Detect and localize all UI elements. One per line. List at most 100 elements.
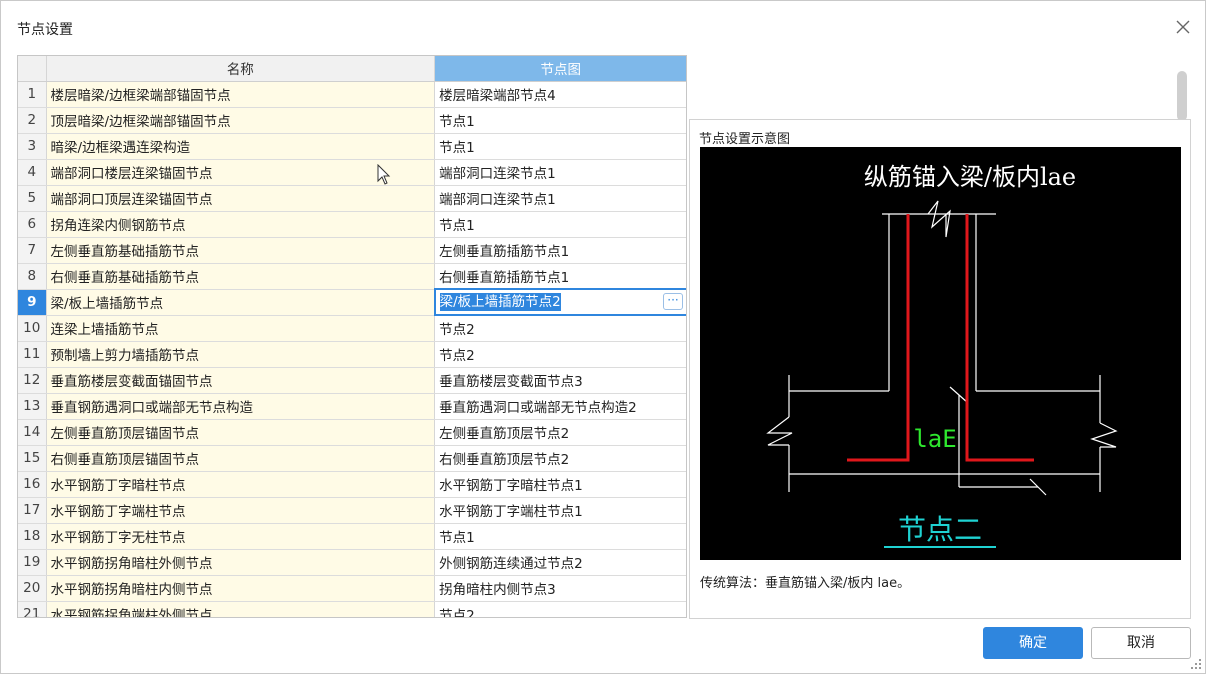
- node-cell[interactable]: 节点1: [434, 523, 686, 550]
- close-icon[interactable]: [1175, 19, 1191, 35]
- table-row[interactable]: 2 顶层暗梁/边框梁端部锚固节点 节点1: [18, 107, 686, 134]
- node-cell-edit-text[interactable]: 梁/板上墙插筋节点2: [439, 293, 561, 311]
- diagram-title: 纵筋锚入梁/板内lae: [864, 163, 1076, 191]
- resize-grip-icon[interactable]: [1191, 659, 1201, 669]
- row-number[interactable]: 9: [18, 289, 47, 316]
- name-cell[interactable]: 楼层暗梁/边框梁端部锚固节点: [46, 81, 436, 108]
- node-cell[interactable]: 节点1: [434, 211, 686, 238]
- row-number[interactable]: 6: [18, 211, 47, 238]
- node-cell[interactable]: 水平钢筋丁字端柱节点1: [434, 497, 686, 524]
- dialog-title: 节点设置: [17, 22, 73, 38]
- ok-button[interactable]: 确定: [983, 627, 1083, 659]
- row-number[interactable]: 10: [18, 315, 47, 342]
- table-row[interactable]: 12 垂直筋楼层变截面锚固节点 垂直筋楼层变截面节点3: [18, 367, 686, 394]
- table-row[interactable]: 6 拐角连梁内侧钢筋节点 节点1: [18, 211, 686, 238]
- node-cell[interactable]: 梁/板上墙插筋节点2 ···: [433, 288, 686, 316]
- table-row[interactable]: 20 水平钢筋拐角暗柱内侧节点 拐角暗柱内侧节点3: [18, 575, 686, 602]
- name-cell[interactable]: 垂直筋楼层变截面锚固节点: [46, 367, 436, 394]
- name-cell[interactable]: 端部洞口顶层连梁锚固节点: [46, 185, 436, 212]
- name-cell[interactable]: 拐角连梁内侧钢筋节点: [46, 211, 436, 238]
- row-number[interactable]: 21: [18, 601, 47, 617]
- table-row[interactable]: 18 水平钢筋丁字无柱节点 节点1: [18, 523, 686, 550]
- node-cell[interactable]: 垂直筋遇洞口或端部无节点构造2: [434, 393, 686, 420]
- node-cell[interactable]: 水平钢筋丁字暗柱节点1: [434, 471, 686, 498]
- name-cell[interactable]: 右侧垂直筋基础插筋节点: [46, 263, 436, 290]
- node-cell[interactable]: 节点2: [434, 601, 686, 617]
- node-diagram: 纵筋锚入梁/板内lae laE 节点二: [700, 147, 1181, 560]
- dim-label: laE: [913, 425, 956, 453]
- node-cell[interactable]: 节点1: [434, 107, 686, 134]
- title-bar: 节点设置: [1, 1, 1205, 47]
- row-number[interactable]: 12: [18, 367, 47, 394]
- row-number[interactable]: 11: [18, 341, 47, 368]
- node-settings-table[interactable]: 名称 节点图 1 楼层暗梁/边框梁端部锚固节点 楼层暗梁端部节点4 2 顶层暗梁/边框梁…: [17, 55, 687, 618]
- cancel-button[interactable]: 取消: [1091, 627, 1191, 659]
- name-cell[interactable]: 预制墙上剪力墙插筋节点: [46, 341, 436, 368]
- name-cell[interactable]: 垂直钢筋遇洞口或端部无节点构造: [46, 393, 436, 420]
- table-row[interactable]: 5 端部洞口顶层连梁锚固节点 端部洞口连梁节点1: [18, 185, 686, 212]
- name-cell[interactable]: 连梁上墙插筋节点: [46, 315, 436, 342]
- name-cell[interactable]: 水平钢筋丁字端柱节点: [46, 497, 436, 524]
- row-number[interactable]: 5: [18, 185, 47, 212]
- table-row[interactable]: 3 暗梁/边框梁遇连梁构造 节点1: [18, 133, 686, 160]
- node-cell[interactable]: 外侧钢筋连续通过节点2: [434, 549, 686, 576]
- node-cell[interactable]: 垂直筋楼层变截面节点3: [434, 367, 686, 394]
- name-cell[interactable]: 水平钢筋拐角暗柱外侧节点: [46, 549, 436, 576]
- row-number[interactable]: 16: [18, 471, 47, 498]
- table-row[interactable]: 7 左侧垂直筋基础插筋节点 左侧垂直筋插筋节点1: [18, 237, 686, 264]
- table-row[interactable]: 16 水平钢筋丁字暗柱节点 水平钢筋丁字暗柱节点1: [18, 471, 686, 498]
- name-cell[interactable]: 左侧垂直筋顶层锚固节点: [46, 419, 436, 446]
- name-cell[interactable]: 水平钢筋拐角端柱外侧节点: [46, 601, 436, 617]
- table-row[interactable]: 10 连梁上墙插筋节点 节点2: [18, 315, 686, 342]
- name-cell[interactable]: 暗梁/边框梁遇连梁构造: [46, 133, 436, 160]
- column-header-node[interactable]: 节点图: [434, 56, 686, 82]
- node-cell[interactable]: 左侧垂直筋顶层节点2: [434, 419, 686, 446]
- scrollbar-thumb[interactable]: [1177, 71, 1187, 121]
- row-number[interactable]: 1: [18, 81, 47, 108]
- name-cell[interactable]: 水平钢筋拐角暗柱内侧节点: [46, 575, 436, 602]
- table-row[interactable]: 13 垂直钢筋遇洞口或端部无节点构造 垂直筋遇洞口或端部无节点构造2: [18, 393, 686, 420]
- column-header-name[interactable]: 名称: [46, 56, 436, 82]
- row-number[interactable]: 8: [18, 263, 47, 290]
- name-cell[interactable]: 水平钢筋丁字无柱节点: [46, 523, 436, 550]
- node-cell[interactable]: 右侧垂直筋插筋节点1: [434, 263, 686, 290]
- node-cell[interactable]: 节点1: [434, 133, 686, 160]
- node-cell[interactable]: 端部洞口连梁节点1: [434, 185, 686, 212]
- row-number[interactable]: 19: [18, 549, 47, 576]
- name-cell[interactable]: 梁/板上墙插筋节点: [46, 289, 436, 316]
- table-row[interactable]: 1 楼层暗梁/边框梁端部锚固节点 楼层暗梁端部节点4: [18, 81, 686, 108]
- node-cell[interactable]: 拐角暗柱内侧节点3: [434, 575, 686, 602]
- name-cell[interactable]: 顶层暗梁/边框梁端部锚固节点: [46, 107, 436, 134]
- node-cell[interactable]: 端部洞口连梁节点1: [434, 159, 686, 186]
- row-number[interactable]: 13: [18, 393, 47, 420]
- table-row[interactable]: 8 右侧垂直筋基础插筋节点 右侧垂直筋插筋节点1: [18, 263, 686, 290]
- node-cell[interactable]: 节点2: [434, 341, 686, 368]
- row-number[interactable]: 14: [18, 419, 47, 446]
- row-number[interactable]: 7: [18, 237, 47, 264]
- row-number[interactable]: 3: [18, 133, 47, 160]
- table-row[interactable]: 11 预制墙上剪力墙插筋节点 节点2: [18, 341, 686, 368]
- table-row[interactable]: 17 水平钢筋丁字端柱节点 水平钢筋丁字端柱节点1: [18, 497, 686, 524]
- table-row[interactable]: 9 梁/板上墙插筋节点 梁/板上墙插筋节点2 ···: [18, 288, 686, 316]
- row-number[interactable]: 2: [18, 107, 47, 134]
- name-cell[interactable]: 右侧垂直筋顶层锚固节点: [46, 445, 436, 472]
- node-cell[interactable]: 节点2: [434, 315, 686, 342]
- node-cell[interactable]: 右侧垂直筋顶层节点2: [434, 445, 686, 472]
- row-number[interactable]: 20: [18, 575, 47, 602]
- table-row[interactable]: 4 端部洞口楼层连梁锚固节点 端部洞口连梁节点1: [18, 159, 686, 186]
- row-number[interactable]: 4: [18, 159, 47, 186]
- row-number[interactable]: 18: [18, 523, 47, 550]
- name-cell[interactable]: 水平钢筋丁字暗柱节点: [46, 471, 436, 498]
- node-cell-editor[interactable]: 梁/板上墙插筋节点2 ···: [437, 291, 685, 313]
- row-number[interactable]: 17: [18, 497, 47, 524]
- table-row[interactable]: 19 水平钢筋拐角暗柱外侧节点 外侧钢筋连续通过节点2: [18, 549, 686, 576]
- table-row[interactable]: 14 左侧垂直筋顶层锚固节点 左侧垂直筋顶层节点2: [18, 419, 686, 446]
- ellipsis-button[interactable]: ···: [663, 293, 683, 310]
- node-cell[interactable]: 楼层暗梁端部节点4: [434, 81, 686, 108]
- mouse-cursor-icon: [377, 164, 391, 185]
- node-cell[interactable]: 左侧垂直筋插筋节点1: [434, 237, 686, 264]
- table-row[interactable]: 15 右侧垂直筋顶层锚固节点 右侧垂直筋顶层节点2: [18, 445, 686, 472]
- table-row[interactable]: 21 水平钢筋拐角端柱外侧节点 节点2: [18, 601, 686, 617]
- name-cell[interactable]: 左侧垂直筋基础插筋节点: [46, 237, 436, 264]
- row-number[interactable]: 15: [18, 445, 47, 472]
